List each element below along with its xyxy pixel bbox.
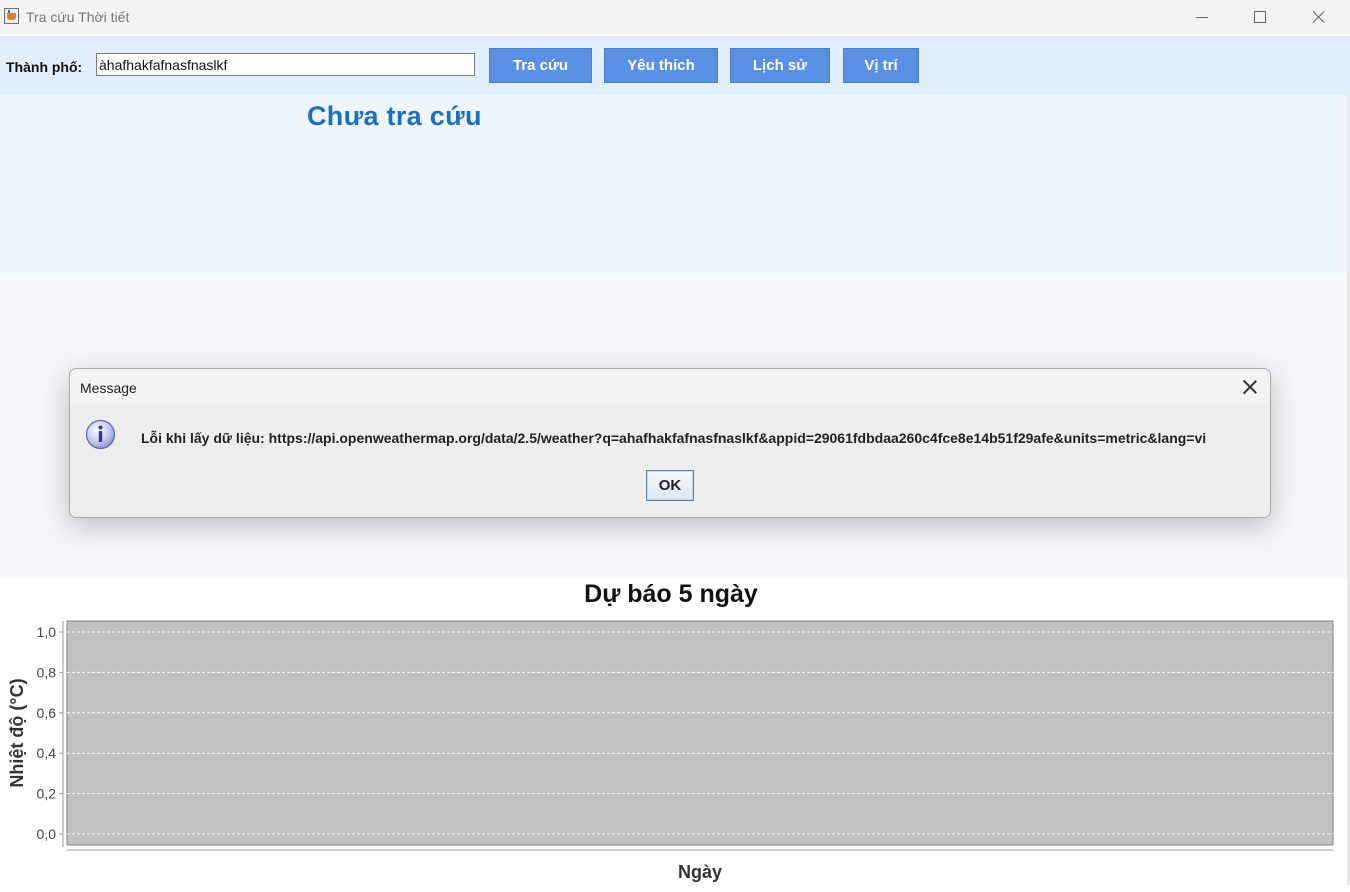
- city-label: Thành phố:: [6, 59, 83, 75]
- search-toolbar: Thành phố: Tra cứu Yêu thích Lịch sử Vị …: [0, 36, 1350, 95]
- search-button[interactable]: Tra cứu: [489, 48, 592, 83]
- y-tick-label: 0,6: [37, 705, 57, 721]
- forecast-chart: 0,0 0,2 0,4 0,6 0,8 1,0 Nhiệt độ (°C) Ngày: [7, 620, 1334, 882]
- city-input[interactable]: [96, 53, 475, 76]
- title-bar[interactable]: Tra cứu Thời tiết: [0, 0, 1350, 34]
- message-dialog: Message Lỗi khi lấy dữ liệu: https://api…: [69, 368, 1271, 518]
- y-tick-label: 0,4: [37, 745, 57, 761]
- close-window-button[interactable]: [1290, 0, 1348, 34]
- window-title: Tra cứu Thời tiết: [26, 9, 130, 25]
- main-window: Tra cứu Thời tiết Thành phố: Tra cứu Yêu…: [0, 0, 1350, 892]
- y-tick-label: 0,8: [37, 664, 57, 680]
- maximize-icon: [1254, 11, 1266, 23]
- history-button[interactable]: Lịch sử: [730, 48, 830, 83]
- y-axis-label: Nhiệt độ (°C): [7, 678, 27, 787]
- dialog-title: Message: [80, 380, 137, 396]
- status-text: Chưa tra cứu: [307, 101, 482, 131]
- location-button[interactable]: Vị trí: [843, 48, 919, 83]
- favorites-button[interactable]: Yêu thích: [604, 48, 718, 83]
- x-axis-label: Ngày: [678, 862, 722, 882]
- minimize-button[interactable]: [1173, 0, 1231, 34]
- weather-status-panel: Chưa tra cứu: [0, 95, 1350, 275]
- y-tick-label: 0,2: [37, 786, 57, 802]
- plot-area: [66, 620, 1334, 846]
- close-icon: [1312, 10, 1326, 24]
- dialog-close-icon[interactable]: [1240, 378, 1258, 396]
- dialog-title-bar[interactable]: Message: [70, 369, 1270, 405]
- maximize-button[interactable]: [1231, 0, 1289, 34]
- y-tick-label: 1,0: [37, 624, 57, 640]
- ok-button[interactable]: OK: [646, 470, 694, 501]
- java-app-icon: [4, 8, 19, 24]
- info-icon: [85, 419, 116, 450]
- dialog-message: Lỗi khi lấy dữ liệu: https://api.openwea…: [141, 430, 1207, 446]
- y-tick-label: 0,0: [37, 826, 57, 842]
- minimize-icon: [1196, 16, 1208, 18]
